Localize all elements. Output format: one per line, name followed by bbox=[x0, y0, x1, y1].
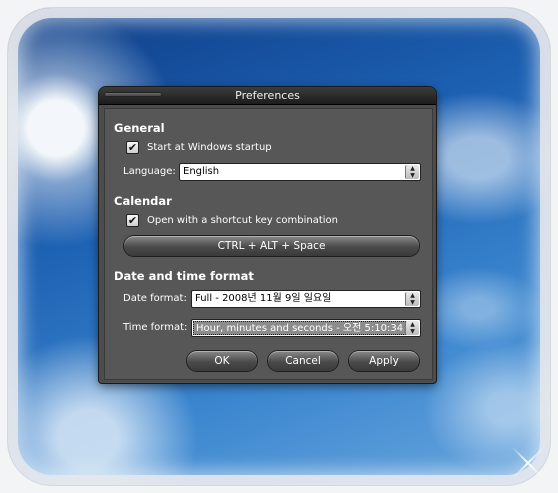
time-format-label: Time format: bbox=[123, 322, 188, 333]
checkmark-icon: ✔ bbox=[127, 141, 138, 154]
date-format-value: Full - 2008년 11월 9일 일요일 bbox=[195, 293, 332, 304]
chevron-up-icon: ▲ bbox=[410, 321, 415, 328]
chevron-down-icon: ▼ bbox=[410, 328, 415, 335]
spin-updown-icon[interactable]: ▲ ▼ bbox=[405, 165, 419, 179]
chevron-down-icon: ▼ bbox=[410, 172, 415, 179]
section-calendar-heading: Calendar bbox=[114, 194, 172, 208]
chevron-down-icon: ▼ bbox=[410, 299, 415, 306]
section-datetime-heading: Date and time format bbox=[114, 269, 254, 283]
resize-grip-icon[interactable] bbox=[506, 441, 550, 485]
checkmark-icon: ✔ bbox=[127, 214, 138, 227]
dialog-title: Preferences bbox=[235, 89, 300, 102]
language-label: Language: bbox=[123, 166, 176, 177]
language-select[interactable]: English ▲ ▼ bbox=[179, 163, 421, 181]
date-format-label: Date format: bbox=[123, 293, 187, 304]
spin-updown-icon[interactable]: ▲ ▼ bbox=[405, 292, 419, 306]
section-general-heading: General bbox=[114, 121, 165, 135]
spin-updown-icon[interactable]: ▲ ▼ bbox=[405, 321, 419, 335]
startup-label: Start at Windows startup bbox=[147, 142, 272, 153]
ok-button[interactable]: OK bbox=[187, 351, 257, 371]
startup-option[interactable]: ✔ Start at Windows startup bbox=[126, 141, 272, 154]
time-format-select[interactable]: Hour, minutes and seconds - 오전 5:10:34 ▲… bbox=[191, 319, 421, 337]
cancel-button[interactable]: Cancel bbox=[268, 351, 338, 371]
chevron-up-icon: ▲ bbox=[410, 292, 415, 299]
time-format-value: Hour, minutes and seconds - 오전 5:10:34 bbox=[193, 321, 406, 335]
date-format-select[interactable]: Full - 2008년 11월 9일 일요일 ▲ ▼ bbox=[191, 290, 421, 308]
title-bar[interactable]: Preferences bbox=[99, 87, 436, 105]
shortcut-option[interactable]: ✔ Open with a shortcut key combination bbox=[126, 214, 338, 227]
chevron-up-icon: ▲ bbox=[410, 165, 415, 172]
shortcut-label: Open with a shortcut key combination bbox=[147, 215, 339, 226]
shortcut-key-button[interactable]: CTRL + ALT + Space bbox=[124, 236, 419, 256]
apply-button[interactable]: Apply bbox=[349, 351, 419, 371]
language-value: English bbox=[183, 166, 220, 177]
shortcut-checkbox[interactable]: ✔ bbox=[126, 214, 139, 227]
preferences-panel: General ✔ Start at Windows startup Langu… bbox=[104, 108, 433, 380]
startup-checkbox[interactable]: ✔ bbox=[126, 141, 139, 154]
preferences-dialog: Preferences General ✔ Start at Windows s… bbox=[99, 87, 436, 383]
